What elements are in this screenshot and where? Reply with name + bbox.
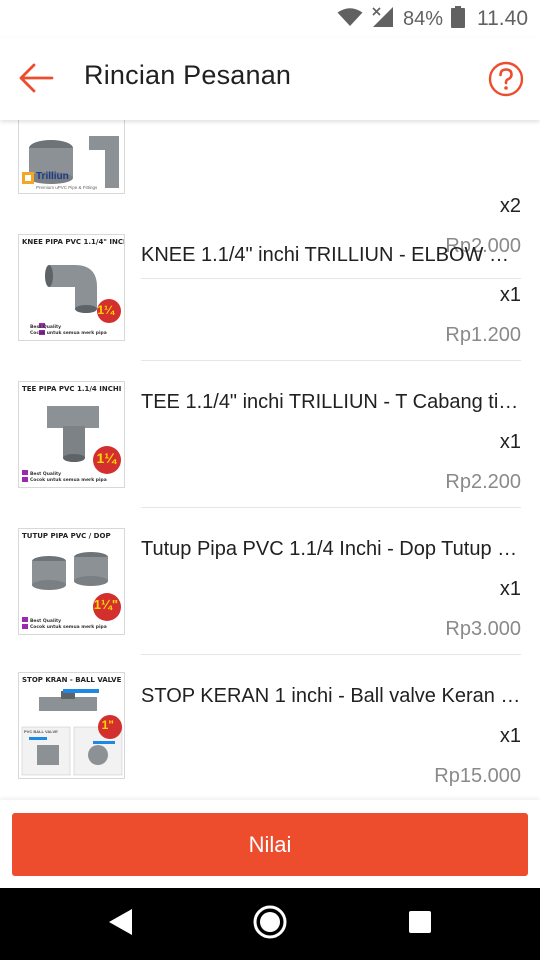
thumb-footer: Best Quality Cocok untuk semua merk pipa — [30, 619, 107, 630]
trilliun-logo-icon — [22, 171, 34, 184]
item-quantity: x1 — [499, 725, 521, 747]
battery-percent: 84% — [402, 7, 443, 30]
bottom-action-bar: Nilai — [0, 800, 540, 888]
thumb-size: 1" — [101, 718, 114, 732]
arrow-left-icon — [18, 63, 54, 98]
product-thumbnail: STOP KRAN - BALL VALVE 1" PVC BALL VALVE — [18, 672, 125, 779]
status-icons: 84% 11.40 — [337, 5, 528, 33]
list-item[interactable]: KNEE PIPA PVC 1.1/4" INCHI 1¼ Best Quali… — [0, 214, 540, 361]
item-price: Rp2.200 — [445, 471, 521, 493]
signal-icon — [371, 6, 395, 33]
nav-recents-button[interactable] — [400, 904, 440, 944]
nav-home-button[interactable] — [250, 904, 290, 944]
product-thumbnail: TEE PIPA PVC 1.1/4 INCHI 1¼ Best Quality… — [18, 381, 125, 488]
page-title: Rincian Pesanan — [84, 60, 292, 90]
list-item[interactable]: Trilliun Premium uPVC Pipe & Fittings x2… — [0, 120, 540, 279]
item-name: Tutup Pipa PVC 1.1/4 Inchi - Dop Tutup P… — [141, 538, 521, 560]
thumb-footer: Best Quality Cocok untuk semua merk pipa — [30, 472, 107, 483]
thumb-size: 1¼ — [96, 450, 116, 466]
question-circle-icon — [488, 61, 524, 101]
list-item[interactable]: TEE PIPA PVC 1.1/4 INCHI 1¼ Best Quality… — [0, 361, 540, 508]
triangle-back-icon — [106, 907, 134, 942]
order-item-list: Trilliun Premium uPVC Pipe & Fittings x2… — [0, 120, 540, 800]
item-name: TEE 1.1/4" inchi TRILLIUN - T Cabang tig… — [141, 391, 521, 413]
product-thumbnail: Trilliun Premium uPVC Pipe & Fittings — [18, 120, 125, 194]
item-price: Rp15.000 — [434, 765, 521, 787]
status-time: 11.40 — [477, 7, 528, 30]
list-item[interactable]: TUTUP PIPA PVC / DOP 1¼" Best Quality Co… — [0, 508, 540, 655]
product-thumbnail: KNEE PIPA PVC 1.1/4" INCHI 1¼ Best Quali… — [18, 234, 125, 341]
rate-button[interactable]: Nilai — [12, 813, 528, 876]
item-quantity: x1 — [499, 431, 521, 453]
app-bar: Rincian Pesanan — [0, 38, 540, 120]
thumb-footer: Best Quality Cocok untuk semua merk pipa — [30, 325, 107, 336]
wifi-icon — [337, 7, 363, 32]
thumb-size: 1¼ — [97, 303, 114, 317]
help-button[interactable] — [488, 61, 524, 97]
status-bar: 84% 11.40 — [0, 0, 540, 38]
back-button[interactable] — [14, 58, 58, 102]
list-item[interactable]: STOP KRAN - BALL VALVE 1" PVC BALL VALVE… — [0, 655, 540, 800]
thumb-size: 1¼" — [93, 597, 118, 612]
item-name: KNEE 1.1/4" inchi TRILLIUN - ELBOW KNEE … — [141, 244, 521, 266]
battery-icon — [451, 5, 465, 33]
circle-home-icon — [252, 904, 288, 945]
item-name: STOP KERAN 1 inchi - Ball valve Keran PV… — [141, 685, 521, 707]
item-price: Rp1.200 — [445, 324, 521, 346]
square-recents-icon — [407, 909, 433, 940]
system-nav-bar — [0, 888, 540, 960]
fitting-image — [19, 120, 124, 193]
product-thumbnail: TUTUP PIPA PVC / DOP 1¼" Best Quality Co… — [18, 528, 125, 635]
thumb-tagline: Premium uPVC Pipe & Fittings — [36, 185, 98, 190]
nav-back-button[interactable] — [100, 904, 140, 944]
thumb-brand: Trilliun — [36, 171, 69, 182]
thumb-sub-label: PVC BALL VALVE — [24, 729, 58, 734]
item-quantity: x1 — [499, 284, 521, 306]
item-price: Rp3.000 — [445, 618, 521, 640]
item-quantity: x1 — [499, 578, 521, 600]
